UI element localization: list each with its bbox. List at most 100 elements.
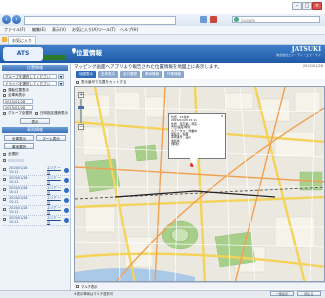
list-item[interactable]: 2015/01/28 15:11 エリア 一覧 — [3, 176, 69, 186]
row-status-link[interactable]: エリア 一覧 — [47, 176, 63, 184]
zoom-in-icon[interactable]: + — [78, 92, 84, 98]
tab-overview[interactable]: 全体表示 — [98, 71, 118, 78]
list-item[interactable]: 2015/01/28 15:11 エリア 一覧 — [3, 186, 69, 196]
search-engine-icon — [234, 17, 239, 22]
row-time: 15:11 — [9, 190, 19, 194]
checkbox-continuous[interactable] — [35, 112, 38, 115]
browser-titlebar — [0, 0, 325, 14]
zoom-out-icon[interactable]: − — [78, 124, 84, 130]
refresh-icon[interactable] — [200, 16, 207, 23]
menu-file[interactable]: ファイル(F) — [4, 27, 25, 33]
minimize-icon[interactable]: – — [292, 2, 302, 10]
list-item[interactable]: 2015/01/28 15:11 エリア 一覧 — [3, 216, 69, 226]
close-icon[interactable]: × — [220, 114, 224, 118]
tab-route-history[interactable]: 走行履歴 — [120, 71, 140, 78]
locate-icon[interactable] — [64, 188, 69, 193]
app-logo: ATS — [3, 47, 43, 61]
group-select[interactable]: グループを選択してください — [3, 74, 57, 79]
list-item[interactable]: 2015/01/28 15:11 エリア 一覧 — [3, 206, 69, 216]
chevron-down-icon[interactable]: ▼ — [58, 74, 64, 79]
row-status-link[interactable]: エリア 一覧 — [47, 206, 63, 214]
stop-icon[interactable] — [210, 16, 217, 23]
row-checkbox[interactable] — [3, 208, 6, 211]
checkbox-all-vehicles[interactable] — [3, 94, 6, 97]
checkbox-select-all-2[interactable] — [3, 159, 6, 162]
locate-icon[interactable] — [64, 178, 69, 183]
tab-all-vehicles[interactable]: 全車表示 — [4, 135, 34, 141]
locate-icon[interactable] — [64, 208, 69, 213]
close-icon[interactable]: × — [312, 2, 322, 10]
zoom-control[interactable]: + − — [78, 92, 84, 132]
date-from-input[interactable]: 2015/01/28 — [3, 99, 33, 104]
search-input[interactable]: Google — [232, 16, 320, 23]
locate-icon[interactable] — [64, 168, 69, 173]
row-checkbox[interactable] — [3, 178, 6, 181]
row-checkbox[interactable] — [3, 198, 6, 201]
checkbox-continuous-label: 日時指定連続表示 — [40, 111, 68, 115]
back-arrow-icon[interactable]: ‹ — [2, 15, 11, 24]
row-status-link[interactable]: エリア 一覧 — [47, 166, 63, 174]
menu-view[interactable]: 表示(V) — [52, 27, 66, 33]
logo-badge — [44, 55, 66, 60]
close-button[interactable]: 閉じる — [297, 291, 321, 296]
select-all-label: 全選択 — [8, 152, 19, 156]
forward-arrow-icon[interactable]: › — [12, 15, 21, 24]
checkbox-group-all-label: グループ全選択 — [8, 111, 33, 115]
locate-icon[interactable] — [64, 198, 69, 203]
menu-help[interactable]: ヘルプ(H) — [120, 27, 138, 33]
star-icon[interactable] — [2, 37, 7, 42]
checkbox-location[interactable] — [3, 89, 6, 92]
list-item[interactable]: 2015/01/28 15:11 エリア 一覧 — [3, 196, 69, 206]
popup-pointer — [190, 158, 198, 167]
checkbox-group-all[interactable] — [3, 112, 6, 115]
page-title: 位置情報 — [76, 49, 102, 57]
row-time: 15:11 — [9, 170, 19, 174]
row-time: 15:11 — [9, 180, 19, 184]
brand-subtitle: 株式会社エイ・ティ・エス・ケイ — [276, 53, 321, 57]
select-bar — [8, 159, 24, 162]
tab-map[interactable]: 地図表示 — [76, 71, 96, 78]
menu-bar — [0, 26, 325, 35]
tab-zoom[interactable]: ズーム表示 — [36, 135, 66, 141]
map-footer: マルチ表示 — [74, 282, 325, 289]
checkbox-all-vehicles-label: 全車両表示 — [8, 93, 26, 97]
row-checkbox[interactable] — [3, 218, 6, 221]
chevron-down-icon[interactable]: ▼ — [58, 81, 64, 86]
toolbar-checkbox[interactable] — [76, 80, 79, 84]
page-subtitle: マッピング画面へアプリより報告された位置情報を地図上に表示します。 — [74, 65, 222, 70]
menu-tools[interactable]: ツール(T) — [98, 27, 116, 33]
favorites-tab[interactable]: お気に入り — [8, 36, 36, 45]
map-toolbar: 表示番号で位置をカットする — [74, 79, 325, 85]
toolbar-label: 表示番号で位置をカットする — [81, 80, 127, 84]
sidebar-header-location: 位置情報 — [2, 65, 68, 71]
list-view-button[interactable]: 一覧表示 — [270, 291, 294, 296]
row-checkbox[interactable] — [3, 168, 6, 171]
popup-line: [備考] — [171, 142, 180, 147]
row-time: 15:11 — [9, 200, 19, 204]
checkbox-select-all[interactable] — [3, 153, 6, 156]
url-input[interactable] — [24, 16, 176, 25]
date-to-input[interactable]: 2015/01/28 — [3, 105, 33, 110]
multi-display-checkbox[interactable] — [76, 284, 79, 288]
menu-favorites[interactable]: お気に入り(A) — [72, 27, 98, 33]
zoom-slider-handle[interactable] — [78, 106, 84, 109]
tab-work-info[interactable]: 作業情報 — [164, 71, 184, 78]
row-checkbox[interactable] — [3, 188, 6, 191]
zoom-slider-track[interactable] — [80, 99, 82, 123]
row-time: 15:11 — [9, 210, 19, 214]
maximize-icon[interactable]: □ — [302, 2, 312, 10]
current-date: 2015/01/28 — [302, 64, 323, 68]
vehicle-info-popup: 位置：23台中 2015/01/28 15:11 住所：東京都…港区… 方位/速… — [168, 113, 226, 159]
menu-edit[interactable]: 編集(E) — [32, 27, 46, 33]
list-item[interactable]: 2015/01/28 15:11 エリア 一覧 — [3, 166, 69, 176]
row-status-link[interactable]: エリア 一覧 — [47, 186, 63, 194]
display-button[interactable]: 表示 — [20, 118, 50, 124]
driver-select[interactable]: ドライバを選択してください — [3, 81, 57, 86]
sidebar-header-vehicles: 車両情報 — [2, 127, 68, 133]
vehicle-filter-button[interactable]: 車両選択 — [4, 143, 34, 149]
tab-vehicle-info[interactable]: 車両情報 — [142, 71, 162, 78]
row-status-link[interactable]: エリア 一覧 — [47, 196, 63, 204]
locate-icon[interactable] — [64, 218, 69, 223]
row-status-link[interactable]: エリア 一覧 — [47, 216, 63, 224]
favorites-bar — [0, 35, 325, 45]
